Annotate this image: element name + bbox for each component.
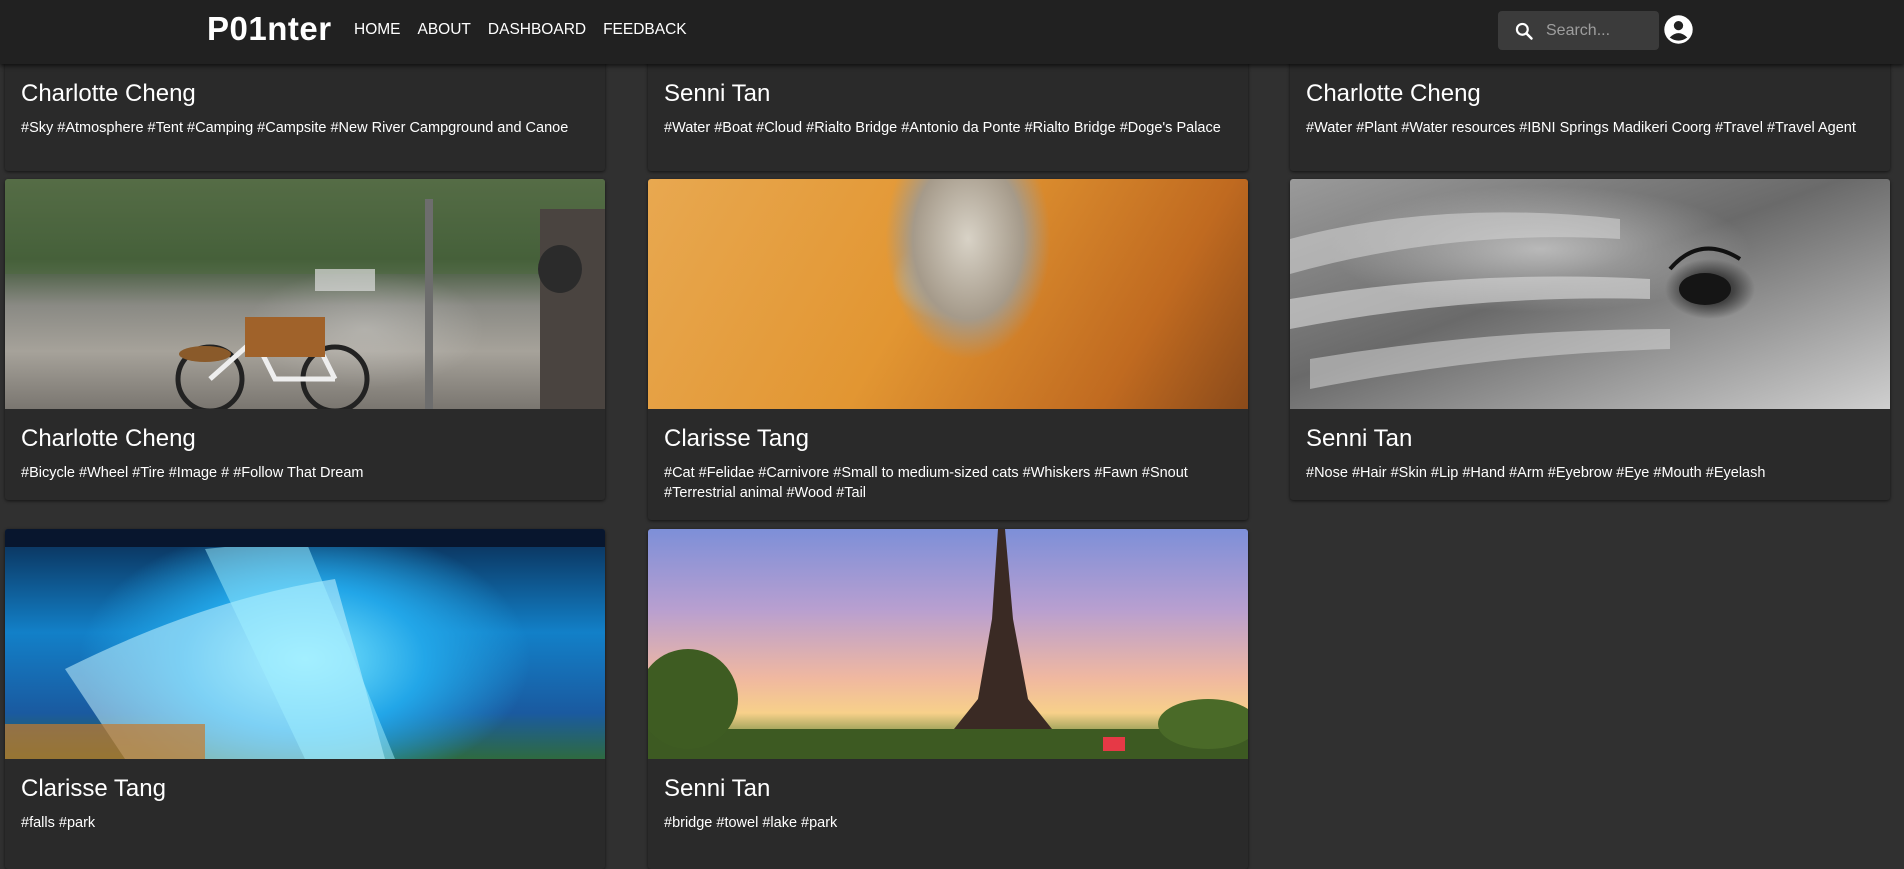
card-tags: #Cat #Felidae #Carnivore #Small to mediu… — [664, 465, 1188, 501]
bicycle-illustration — [5, 179, 605, 409]
card-author: Senni Tan — [664, 80, 771, 107]
card-tags: #Nose #Hair #Skin #Lip #Hand #Arm #Eyebr… — [1306, 465, 1766, 481]
photo-image[interactable] — [648, 179, 1248, 409]
photo-image[interactable] — [5, 529, 605, 759]
site-logo[interactable]: P01nter — [207, 10, 332, 48]
account-circle-icon[interactable] — [1663, 14, 1694, 45]
nav-dashboard[interactable]: DASHBOARD — [488, 21, 586, 39]
nav-about[interactable]: ABOUT — [418, 21, 471, 39]
card-author: Senni Tan — [1306, 425, 1413, 452]
card-tags: #bridge #towel #lake #park — [664, 815, 838, 831]
eye-illustration — [1290, 212, 1742, 389]
photo-card[interactable]: Clarisse Tang #falls #park — [5, 529, 605, 869]
card-author: Clarisse Tang — [664, 425, 809, 452]
card-author: Charlotte Cheng — [21, 425, 196, 452]
card-tags: #falls #park — [21, 815, 96, 831]
card-tags: #Bicycle #Wheel #Tire #Image # #Follow T… — [21, 465, 364, 481]
search-input[interactable] — [1544, 20, 1658, 41]
photo-card[interactable]: Clarisse Tang #Cat #Felidae #Carnivore #… — [648, 179, 1248, 520]
photo-card[interactable]: Senni Tan #Nose #Hair #Skin #Lip #Hand #… — [1290, 179, 1890, 500]
waterfall-illustration — [5, 529, 605, 759]
card-tags: #Sky #Atmosphere #Tent #Camping #Campsit… — [21, 120, 569, 136]
card-author: Charlotte Cheng — [21, 80, 196, 107]
photo-card[interactable]: Charlotte Cheng #Bicycle #Wheel #Tire #I… — [5, 179, 605, 500]
photo-image[interactable] — [1290, 179, 1890, 409]
card-author: Senni Tan — [664, 775, 771, 802]
card-author: Clarisse Tang — [21, 775, 166, 802]
search-icon — [1514, 20, 1536, 42]
nav-menu: HOME ABOUT DASHBOARD FEEDBACK — [354, 21, 687, 39]
card-author: Charlotte Cheng — [1306, 80, 1481, 107]
card-tags: #Water #Plant #Water resources #IBNI Spr… — [1306, 120, 1856, 136]
photo-card[interactable]: Senni Tan #bridge #towel #lake #park — [648, 529, 1248, 869]
nav-home[interactable]: HOME — [354, 21, 401, 39]
nav-feedback[interactable]: FEEDBACK — [603, 21, 687, 39]
top-navbar: P01nter HOME ABOUT DASHBOARD FEEDBACK — [0, 0, 1904, 64]
search-box[interactable] — [1498, 11, 1659, 50]
photo-image[interactable] — [648, 529, 1248, 759]
card-tags: #Water #Boat #Cloud #Rialto Bridge #Anto… — [664, 120, 1221, 136]
photo-image[interactable] — [5, 179, 605, 409]
eiffel-tower-illustration — [648, 529, 1248, 759]
